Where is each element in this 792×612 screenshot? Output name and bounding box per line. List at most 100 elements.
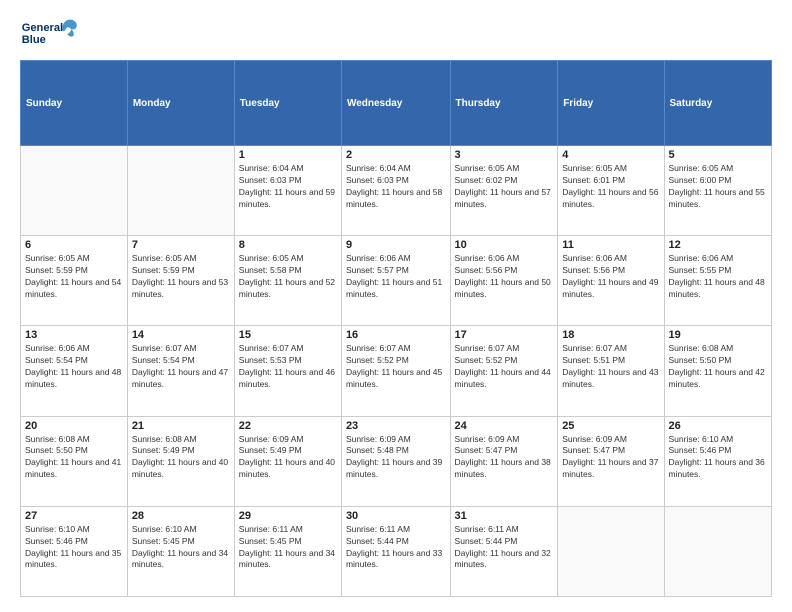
weekday-header-row: SundayMondayTuesdayWednesdayThursdayFrid… (21, 61, 772, 146)
day-number: 8 (239, 239, 337, 251)
day-info: Sunrise: 6:06 AMSunset: 5:55 PMDaylight:… (669, 253, 767, 301)
calendar-cell (127, 146, 234, 236)
day-number: 7 (132, 239, 230, 251)
day-info: Sunrise: 6:07 AMSunset: 5:52 PMDaylight:… (455, 343, 554, 391)
day-info: Sunrise: 6:05 AMSunset: 5:59 PMDaylight:… (132, 253, 230, 301)
calendar-cell: 7 Sunrise: 6:05 AMSunset: 5:59 PMDaylight… (127, 236, 234, 326)
day-number: 26 (669, 420, 767, 432)
day-info: Sunrise: 6:09 AMSunset: 5:48 PMDaylight:… (346, 434, 446, 482)
day-number: 28 (132, 510, 230, 522)
calendar-cell: 13 Sunrise: 6:06 AMSunset: 5:54 PMDayligh… (21, 326, 128, 416)
day-number: 31 (455, 510, 554, 522)
calendar-cell: 6Sunrise: 6:05 AMSunset: 5:59 PMDaylight… (21, 236, 128, 326)
day-info: Sunrise: 6:06 AMSunset: 5:57 PMDaylight:… (346, 253, 446, 301)
day-info: Sunrise: 6:11 AMSunset: 5:44 PMDaylight:… (455, 524, 554, 572)
day-info: Sunrise: 6:09 AMSunset: 5:47 PMDaylight:… (455, 434, 554, 482)
calendar-cell: 27Sunrise: 6:10 AMSunset: 5:46 PMDayligh… (21, 506, 128, 596)
calendar-cell: 9 Sunrise: 6:06 AMSunset: 5:57 PMDaylight… (341, 236, 450, 326)
day-info: Sunrise: 6:04 AMSunset: 6:03 PMDaylight:… (346, 163, 446, 211)
calendar-cell (558, 506, 664, 596)
day-info: Sunrise: 6:06 AMSunset: 5:54 PMDaylight:… (25, 343, 123, 391)
day-number: 21 (132, 420, 230, 432)
calendar-cell (21, 146, 128, 236)
calendar-cell: 28 Sunrise: 6:10 AMSunset: 5:45 PMDayligh… (127, 506, 234, 596)
day-number: 22 (239, 420, 337, 432)
weekday-header-tuesday: Tuesday (234, 61, 341, 146)
day-info: Sunrise: 6:05 AMSunset: 6:01 PMDaylight:… (562, 163, 659, 211)
logo-icon: General Blue (20, 15, 80, 50)
day-number: 19 (669, 329, 767, 341)
day-info: Sunrise: 6:04 AMSunset: 6:03 PMDaylight:… (239, 163, 337, 211)
day-info: Sunrise: 6:07 AMSunset: 5:51 PMDaylight:… (562, 343, 659, 391)
calendar-cell: 3 Sunrise: 6:05 AMSunset: 6:02 PMDaylight… (450, 146, 558, 236)
day-number: 5 (669, 149, 767, 161)
calendar-cell: 17 Sunrise: 6:07 AMSunset: 5:52 PMDayligh… (450, 326, 558, 416)
calendar-week-4: 20 Sunrise: 6:08 AMSunset: 5:50 PMDayligh… (21, 416, 772, 506)
calendar-cell: 23 Sunrise: 6:09 AMSunset: 5:48 PMDayligh… (341, 416, 450, 506)
day-number: 15 (239, 329, 337, 341)
day-number: 14 (132, 329, 230, 341)
day-number: 9 (346, 239, 446, 251)
calendar-cell: 20 Sunrise: 6:08 AMSunset: 5:50 PMDayligh… (21, 416, 128, 506)
day-number: 1 (239, 149, 337, 161)
calendar-cell: 19 Sunrise: 6:08 AMSunset: 5:50 PMDayligh… (664, 326, 771, 416)
day-number: 24 (455, 420, 554, 432)
day-number: 20 (25, 420, 123, 432)
day-number: 13 (25, 329, 123, 341)
calendar-cell: 2 Sunrise: 6:04 AMSunset: 6:03 PMDaylight… (341, 146, 450, 236)
day-number: 29 (239, 510, 337, 522)
svg-text:General: General (22, 22, 63, 34)
day-number: 18 (562, 329, 659, 341)
day-number: 11 (562, 239, 659, 251)
calendar-cell: 26Sunrise: 6:10 AMSunset: 5:46 PMDayligh… (664, 416, 771, 506)
calendar-cell: 8 Sunrise: 6:05 AMSunset: 5:58 PMDaylight… (234, 236, 341, 326)
calendar-cell: 31 Sunrise: 6:11 AMSunset: 5:44 PMDayligh… (450, 506, 558, 596)
day-number: 25 (562, 420, 659, 432)
weekday-header-monday: Monday (127, 61, 234, 146)
calendar-week-5: 27Sunrise: 6:10 AMSunset: 5:46 PMDayligh… (21, 506, 772, 596)
day-info: Sunrise: 6:09 AMSunset: 5:49 PMDaylight:… (239, 434, 337, 482)
calendar-week-3: 13 Sunrise: 6:06 AMSunset: 5:54 PMDayligh… (21, 326, 772, 416)
page: General Blue SundayMondayTuesdayWednesda… (0, 0, 792, 612)
day-info: Sunrise: 6:06 AMSunset: 5:56 PMDaylight:… (455, 253, 554, 301)
calendar-cell: 18 Sunrise: 6:07 AMSunset: 5:51 PMDayligh… (558, 326, 664, 416)
day-number: 17 (455, 329, 554, 341)
calendar-cell: 30 Sunrise: 6:11 AMSunset: 5:44 PMDayligh… (341, 506, 450, 596)
calendar-cell: 1 Sunrise: 6:04 AMSunset: 6:03 PMDaylight… (234, 146, 341, 236)
calendar-cell: 21Sunrise: 6:08 AMSunset: 5:49 PMDayligh… (127, 416, 234, 506)
day-number: 3 (455, 149, 554, 161)
calendar-cell: 15Sunrise: 6:07 AMSunset: 5:53 PMDayligh… (234, 326, 341, 416)
day-info: Sunrise: 6:05 AMSunset: 5:58 PMDaylight:… (239, 253, 337, 301)
calendar-cell: 22 Sunrise: 6:09 AMSunset: 5:49 PMDayligh… (234, 416, 341, 506)
svg-text:Blue: Blue (22, 34, 46, 46)
calendar-cell: 16 Sunrise: 6:07 AMSunset: 5:52 PMDayligh… (341, 326, 450, 416)
day-info: Sunrise: 6:05 AMSunset: 6:00 PMDaylight:… (669, 163, 767, 211)
day-number: 16 (346, 329, 446, 341)
calendar-cell: 24 Sunrise: 6:09 AMSunset: 5:47 PMDayligh… (450, 416, 558, 506)
header: General Blue (20, 15, 772, 50)
day-info: Sunrise: 6:09 AMSunset: 5:47 PMDaylight:… (562, 434, 659, 482)
day-number: 23 (346, 420, 446, 432)
calendar-cell: 11Sunrise: 6:06 AMSunset: 5:56 PMDayligh… (558, 236, 664, 326)
day-number: 27 (25, 510, 123, 522)
day-info: Sunrise: 6:11 AMSunset: 5:45 PMDaylight:… (239, 524, 337, 572)
day-number: 2 (346, 149, 446, 161)
day-info: Sunrise: 6:08 AMSunset: 5:50 PMDaylight:… (25, 434, 123, 482)
day-info: Sunrise: 6:10 AMSunset: 5:45 PMDaylight:… (132, 524, 230, 572)
calendar-cell: 5 Sunrise: 6:05 AMSunset: 6:00 PMDaylight… (664, 146, 771, 236)
calendar-cell: 14Sunrise: 6:07 AMSunset: 5:54 PMDayligh… (127, 326, 234, 416)
day-info: Sunrise: 6:05 AMSunset: 5:59 PMDaylight:… (25, 253, 123, 301)
day-number: 4 (562, 149, 659, 161)
weekday-header-sunday: Sunday (21, 61, 128, 146)
day-info: Sunrise: 6:08 AMSunset: 5:50 PMDaylight:… (669, 343, 767, 391)
day-info: Sunrise: 6:05 AMSunset: 6:02 PMDaylight:… (455, 163, 554, 211)
day-number: 10 (455, 239, 554, 251)
day-number: 12 (669, 239, 767, 251)
weekday-header-friday: Friday (558, 61, 664, 146)
calendar-cell: 4 Sunrise: 6:05 AMSunset: 6:01 PMDaylight… (558, 146, 664, 236)
day-info: Sunrise: 6:07 AMSunset: 5:52 PMDaylight:… (346, 343, 446, 391)
calendar-cell: 29 Sunrise: 6:11 AMSunset: 5:45 PMDayligh… (234, 506, 341, 596)
day-info: Sunrise: 6:11 AMSunset: 5:44 PMDaylight:… (346, 524, 446, 572)
calendar-cell (664, 506, 771, 596)
day-number: 30 (346, 510, 446, 522)
